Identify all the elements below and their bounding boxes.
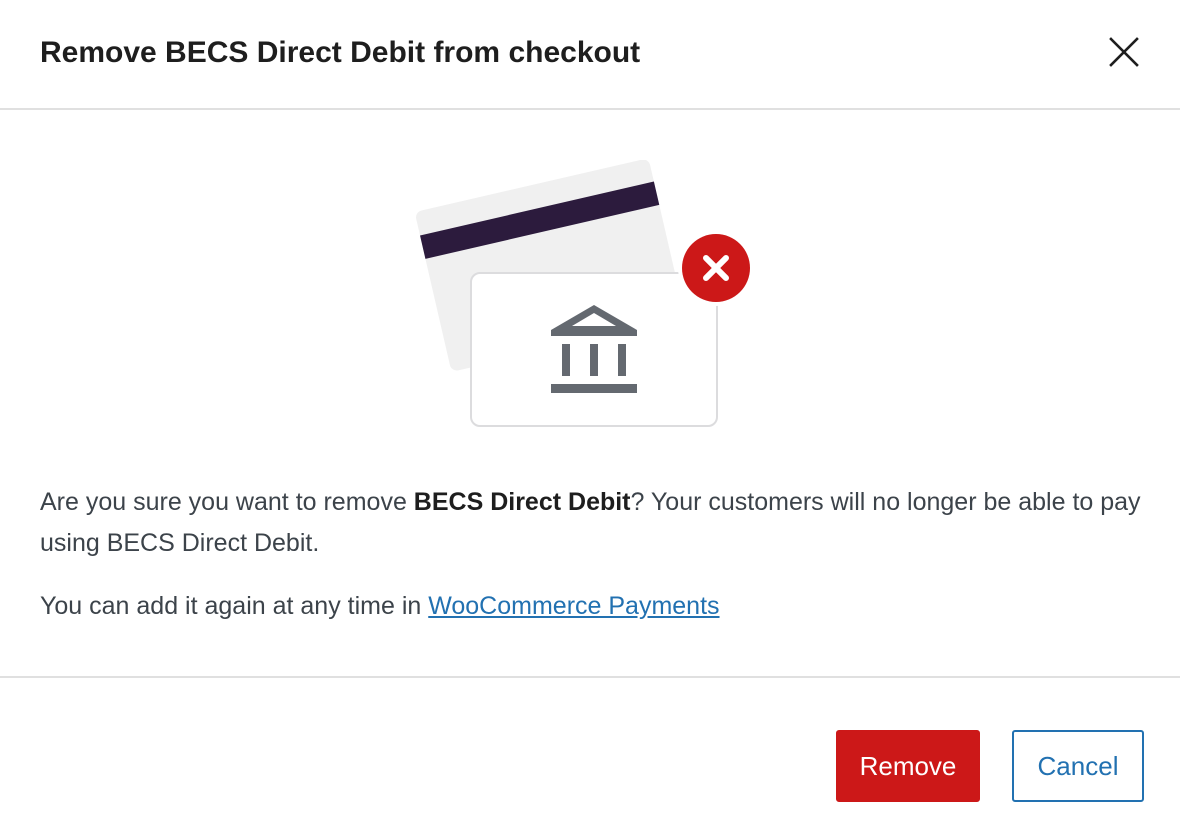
modal-footer: Remove Cancel — [0, 676, 1180, 838]
modal-title: Remove BECS Direct Debit from checkout — [40, 36, 641, 69]
cancel-button[interactable]: Cancel — [1012, 730, 1144, 802]
modal-header: Remove BECS Direct Debit from checkout — [0, 0, 1180, 110]
confirmation-message: Are you sure you want to remove BECS Dir… — [40, 488, 1141, 557]
close-button[interactable] — [1100, 28, 1148, 76]
re-add-hint: You can add it again at any time in WooC… — [40, 592, 720, 620]
close-icon — [1109, 37, 1139, 67]
remove-payment-method-modal: Remove BECS Direct Debit from checkout A… — [0, 0, 1180, 838]
modal-body: Are you sure you want to remove BECS Dir… — [40, 482, 1150, 627]
error-x-icon — [678, 230, 754, 306]
payment-method-illustration — [416, 160, 754, 427]
remove-button[interactable]: Remove — [836, 730, 980, 802]
payment-method-name: BECS Direct Debit — [413, 488, 631, 516]
woocommerce-payments-link[interactable]: WooCommerce Payments — [428, 592, 719, 620]
